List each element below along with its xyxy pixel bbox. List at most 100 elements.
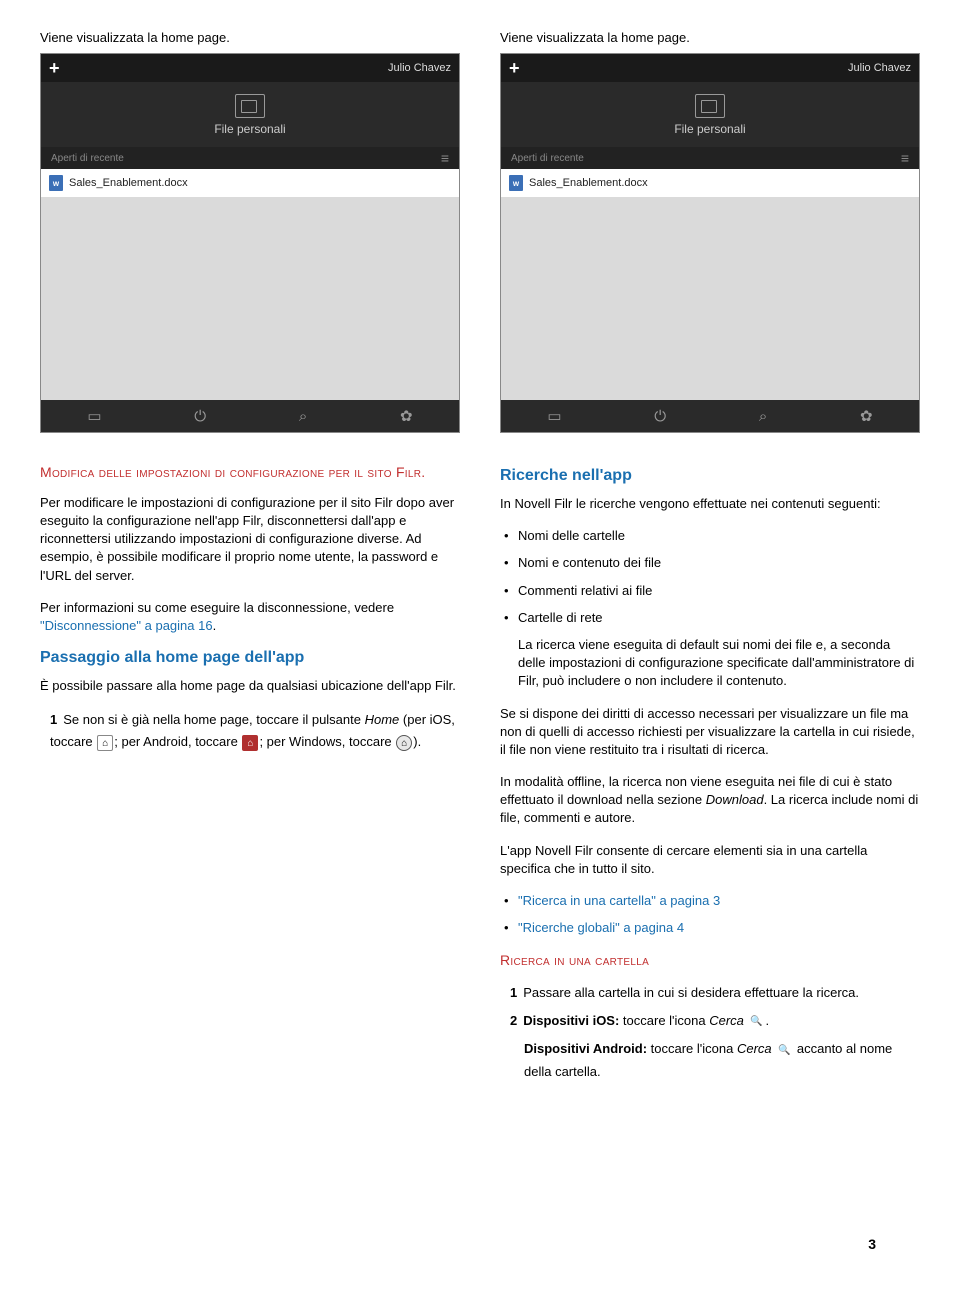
subheader-label: Aperti di recente (511, 153, 584, 164)
section-heading-right: Ricerche nell'app (500, 467, 920, 485)
text-italic: Home (365, 712, 400, 727)
para-left-1: Per modificare le impostazioni di config… (40, 494, 460, 585)
text: toccare l'icona (647, 1041, 737, 1056)
app-header: File personali (41, 82, 459, 147)
text-columns: Modifica delle impostazioni di configura… (40, 463, 920, 1097)
tab-power-icon: ⏻ (654, 408, 666, 425)
list-item: "Ricerche globali" a pagina 4 (518, 919, 920, 937)
word-doc-icon: w (49, 175, 63, 191)
numbered-list-right: 1 Passare alla cartella in cui si desider… (500, 982, 920, 1082)
folder-stack-icon (235, 94, 265, 118)
plus-icon: + (49, 58, 60, 79)
smallcaps-heading-right: Ricerca in una cartella (500, 951, 920, 970)
link-ricerche-globali[interactable]: "Ricerche globali" a pagina 4 (518, 920, 684, 935)
tab-search-icon: ⌕ (299, 408, 307, 425)
app-topbar: + Julio Chavez (501, 54, 919, 82)
para-right-2: Se si dispone dei diritti di accesso nec… (500, 705, 920, 760)
text-bold: Dispositivi Android: (524, 1041, 647, 1056)
bullet-list-content: Nomi delle cartelle Nomi e contenuto dei… (500, 527, 920, 690)
text-italic: Cerca (709, 1013, 744, 1028)
tab-monitor-icon: ▭ (547, 407, 561, 425)
text-italic: Cerca (737, 1041, 772, 1056)
numbered-list-left: 1 Se non si è già nella home page, toccar… (40, 709, 460, 753)
section-heading-left: Passaggio alla home page dell'app (40, 649, 460, 667)
subheader-label: Aperti di recente (51, 153, 124, 164)
filler (501, 197, 919, 400)
text: toccare l'icona (619, 1013, 709, 1028)
screenshot-col-left: Viene visualizzata la home page. + Julio… (40, 30, 460, 433)
list-item: 1 Se non si è già nella home page, toccar… (50, 709, 460, 753)
screenshot-caption-2: Viene visualizzata la home page. (500, 30, 920, 45)
list-item: Cartelle di rete (518, 609, 920, 627)
app-screenshot-left: + Julio Chavez File personali Aperti di … (40, 53, 460, 433)
smallcaps-heading-left: Modifica delle impostazioni di configura… (40, 463, 460, 482)
app-subheader: Aperti di recente ≡ (41, 147, 459, 169)
para-left-3: È possibile passare alla home page da qu… (40, 677, 460, 695)
list-item: Dispositivi Android: toccare l'icona Cer… (510, 1038, 920, 1082)
list-item-extra: La ricerca viene eseguita di default sui… (518, 636, 920, 691)
app-topbar: + Julio Chavez (41, 54, 459, 82)
app-header: File personali (501, 82, 919, 147)
home-android-icon: ⌂ (242, 735, 258, 751)
para-right-1: In Novell Filr le ricerche vengono effet… (500, 495, 920, 513)
page-number: 3 (868, 1236, 876, 1252)
screenshot-row: Viene visualizzata la home page. + Julio… (40, 30, 920, 433)
para-right-4: L'app Novell Filr consente di cercare el… (500, 842, 920, 878)
plus-icon: + (509, 58, 520, 79)
search-android-icon: 🔍 (776, 1042, 792, 1058)
tab-monitor-icon: ▭ (87, 407, 101, 425)
header-label: File personali (214, 122, 285, 136)
text: ; per Android, toccare (114, 734, 241, 749)
tab-gear-icon: ✿ (400, 407, 413, 425)
list-item: 2Dispositivi iOS: toccare l'icona Cerca … (510, 1010, 920, 1032)
folder-stack-icon (695, 94, 725, 118)
tab-search-icon: ⌕ (759, 408, 767, 425)
filler (41, 197, 459, 400)
app-screenshot-right: + Julio Chavez File personali Aperti di … (500, 53, 920, 433)
step-number: 1 (510, 985, 517, 1000)
text-italic: Download (706, 792, 764, 807)
text: ). (413, 734, 421, 749)
home-windows-icon: ⌂ (396, 735, 412, 751)
app-subheader: Aperti di recente ≡ (501, 147, 919, 169)
list-item: Nomi delle cartelle (518, 527, 920, 545)
left-column: Modifica delle impostazioni di configura… (40, 463, 460, 768)
link-disconnessione[interactable]: "Disconnessione" a pagina 16 (40, 618, 213, 633)
list-item: 1 Passare alla cartella in cui si desider… (510, 982, 920, 1004)
tab-power-icon: ⏻ (194, 408, 206, 425)
list-item: Nomi e contenuto dei file (518, 554, 920, 572)
list-item: "Ricerca in una cartella" a pagina 3 (518, 892, 920, 910)
step-number: 1 (50, 712, 57, 727)
text: Per informazioni su come eseguire la dis… (40, 600, 394, 615)
file-row: w Sales_Enablement.docx (41, 169, 459, 197)
step-number: 2 (510, 1013, 517, 1028)
header-label: File personali (674, 122, 745, 136)
text-bold: Dispositivi iOS: (523, 1013, 619, 1028)
screenshot-caption-1: Viene visualizzata la home page. (40, 30, 460, 45)
home-ios-icon: ⌂ (97, 735, 113, 751)
hamburger-icon: ≡ (901, 150, 909, 166)
text: . (766, 1013, 770, 1028)
app-bottombar: ▭ ⏻ ⌕ ✿ (41, 400, 459, 432)
para-right-3: In modalità offline, la ricerca non vien… (500, 773, 920, 828)
file-name: Sales_Enablement.docx (69, 177, 188, 189)
text: ; per Windows, toccare (259, 734, 395, 749)
link-ricerca-cartella[interactable]: "Ricerca in una cartella" a pagina 3 (518, 893, 720, 908)
tab-gear-icon: ✿ (860, 407, 873, 425)
app-bottombar: ▭ ⏻ ⌕ ✿ (501, 400, 919, 432)
user-name: Julio Chavez (388, 62, 451, 74)
text: Passare alla cartella in cui si desidera… (523, 985, 859, 1000)
para-left-2: Per informazioni su come eseguire la dis… (40, 599, 460, 635)
list-item: Commenti relativi ai file (518, 582, 920, 600)
word-doc-icon: w (509, 175, 523, 191)
file-row: w Sales_Enablement.docx (501, 169, 919, 197)
right-column: Ricerche nell'app In Novell Filr le rice… (500, 463, 920, 1097)
user-name: Julio Chavez (848, 62, 911, 74)
text: Se non si è già nella home page, toccare… (63, 712, 364, 727)
screenshot-col-right: Viene visualizzata la home page. + Julio… (500, 30, 920, 433)
hamburger-icon: ≡ (441, 150, 449, 166)
bullet-list-links: "Ricerca in una cartella" a pagina 3 "Ri… (500, 892, 920, 937)
text: . (213, 618, 217, 633)
file-name: Sales_Enablement.docx (529, 177, 648, 189)
search-ios-icon: 🔍 (749, 1014, 765, 1030)
